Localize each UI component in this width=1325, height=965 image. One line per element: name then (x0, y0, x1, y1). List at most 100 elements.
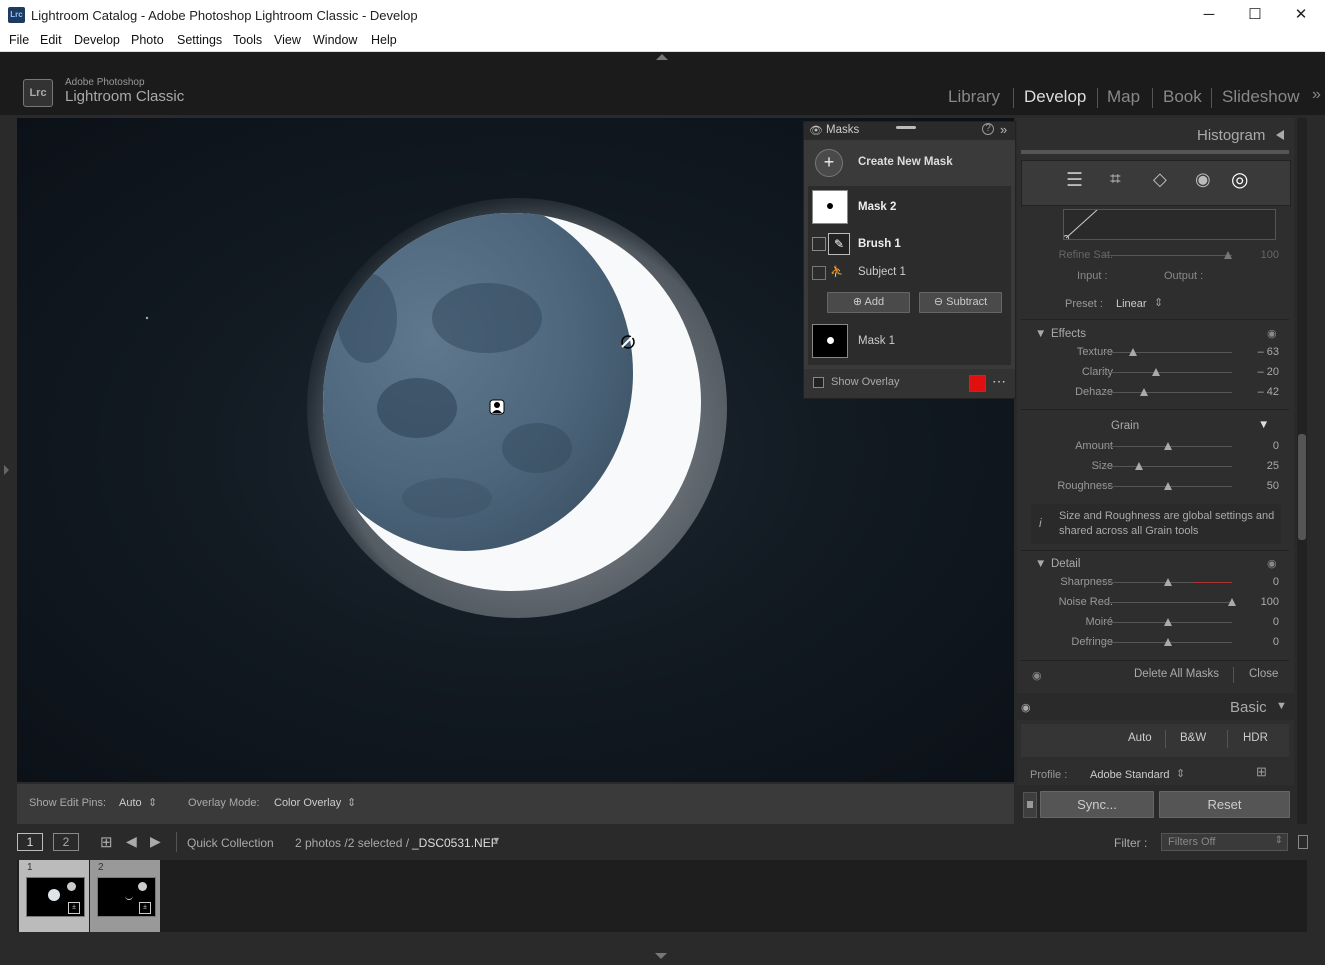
slider-knob[interactable] (1140, 388, 1149, 396)
slider-value[interactable]: 0 (1273, 576, 1279, 588)
module-map[interactable]: Map (1107, 87, 1140, 107)
brush-icon[interactable]: ✎ (828, 233, 850, 255)
mask1-thumbnail[interactable] (812, 324, 848, 358)
menu-photo[interactable]: Photo (131, 33, 164, 47)
subtract-button[interactable]: ⊖ Subtract (919, 292, 1002, 313)
auto-button[interactable]: Auto (1128, 732, 1152, 744)
grid-view-icon[interactable]: ⊞ (100, 833, 113, 851)
pins-dropdown-icon[interactable]: ⇕ (148, 796, 157, 809)
overlay-color-swatch[interactable] (969, 375, 986, 392)
bw-button[interactable]: B&W (1180, 732, 1206, 744)
slider-knob[interactable] (1163, 618, 1172, 626)
forward-arrow-icon[interactable]: ▶ (150, 833, 161, 850)
right-panel-scrollbar[interactable] (1297, 118, 1307, 824)
slider-knob[interactable] (1228, 598, 1236, 606)
grain-toggle-icon[interactable]: ▼ (1258, 419, 1269, 431)
slider-knob[interactable] (1163, 442, 1172, 450)
filter-dropdown[interactable]: Filters Off ⇕ (1161, 833, 1288, 851)
tone-curve[interactable] (1063, 209, 1276, 241)
expand-left-panel-icon[interactable] (4, 465, 9, 475)
slider-track[interactable] (1103, 372, 1232, 373)
scrollbar-thumb[interactable] (1298, 434, 1306, 540)
crop-icon[interactable]: ⌗ (1110, 169, 1121, 191)
slider-track[interactable] (1103, 352, 1232, 353)
preset-dropdown-icon[interactable]: ⇕ (1154, 296, 1163, 309)
module-library[interactable]: Library (948, 87, 1000, 107)
slider-knob[interactable] (1128, 348, 1137, 356)
brush-visibility-icon[interactable] (812, 237, 826, 251)
add-button[interactable]: ⊕ Add (827, 292, 910, 313)
grain-title[interactable]: Grain (1111, 420, 1139, 432)
menu-file[interactable]: File (9, 33, 29, 47)
second-screen-button[interactable]: 2 (53, 833, 79, 851)
slider-value[interactable]: 0 (1273, 440, 1279, 452)
module-book[interactable]: Book (1163, 87, 1202, 107)
menu-develop[interactable]: Develop (74, 33, 120, 47)
sync-toggle-switch[interactable] (1023, 792, 1037, 818)
basic-toggle-icon[interactable]: ▼ (1276, 700, 1287, 712)
drag-handle[interactable] (896, 126, 916, 129)
slider-value[interactable]: 0 (1273, 616, 1279, 628)
detail-toggle-icon[interactable]: ▼ (1035, 558, 1046, 570)
film-thumbnail[interactable]: ± (97, 877, 156, 917)
effects-title[interactable]: Effects (1051, 328, 1086, 340)
slider-value[interactable]: 100 (1261, 596, 1279, 608)
slider-value[interactable]: 50 (1267, 480, 1279, 492)
collapse-bottom-icon[interactable] (655, 953, 667, 959)
create-new-mask-label[interactable]: Create New Mask (858, 156, 953, 168)
slider-knob[interactable] (1151, 368, 1160, 376)
edit-sliders-icon[interactable]: ☰ (1066, 169, 1083, 192)
slider-track[interactable] (1103, 602, 1232, 603)
slider-value[interactable]: 0 (1273, 636, 1279, 648)
menu-tools[interactable]: Tools (233, 33, 262, 47)
close-window-button[interactable]: ✕ (1278, 0, 1324, 30)
mask-eye-icon[interactable]: ◉ (1032, 669, 1042, 682)
preset-value[interactable]: Linear (1116, 298, 1147, 310)
healing-icon[interactable]: ◇ (1153, 169, 1167, 190)
histogram-title[interactable]: Histogram (1197, 127, 1265, 144)
mask2-label[interactable]: Mask 2 (858, 201, 896, 213)
more-options-icon[interactable]: ⋯ (992, 373, 1006, 390)
close-masking-button[interactable]: Close (1249, 668, 1278, 680)
menu-help[interactable]: Help (371, 33, 397, 47)
delete-all-masks-button[interactable]: Delete All Masks (1134, 668, 1219, 680)
overlay-dropdown-icon[interactable]: ⇕ (347, 796, 356, 809)
source-label[interactable]: Quick Collection (187, 836, 274, 850)
help-icon[interactable]: ? (982, 123, 994, 135)
effects-eye-icon[interactable]: ◉ (1267, 327, 1277, 340)
hdr-button[interactable]: HDR (1243, 732, 1268, 744)
detail-eye-icon[interactable]: ◉ (1267, 557, 1277, 570)
show-overlay-checkbox[interactable] (813, 377, 824, 388)
slider-knob[interactable] (1163, 578, 1172, 586)
profile-browser-icon[interactable]: ⊞ (1256, 764, 1267, 780)
more-modules-icon[interactable]: » (1312, 86, 1321, 104)
back-arrow-icon[interactable]: ◀ (126, 833, 137, 850)
menu-window[interactable]: Window (313, 33, 357, 47)
masking-icon[interactable]: ◎ (1231, 167, 1248, 192)
red-eye-icon[interactable]: ◉ (1195, 169, 1211, 190)
slider-knob[interactable] (1163, 482, 1172, 490)
histogram-toggle-icon[interactable] (1276, 130, 1284, 140)
subject1-label[interactable]: Subject 1 (858, 266, 906, 278)
slider-track[interactable] (1103, 466, 1232, 467)
menu-view[interactable]: View (274, 33, 301, 47)
filename-label[interactable]: _DSC0531.NEF (412, 836, 498, 850)
filmstrip-cell[interactable]: 2 ± (90, 860, 160, 932)
brush1-label[interactable]: Brush 1 (858, 238, 901, 250)
reset-button[interactable]: Reset (1159, 791, 1290, 818)
refine-sat-track[interactable] (1103, 255, 1232, 256)
minimize-button[interactable]: ─ (1186, 0, 1232, 30)
main-screen-button[interactable]: 1 (17, 833, 43, 851)
module-develop[interactable]: Develop (1024, 87, 1086, 107)
filter-lock-icon[interactable] (1298, 835, 1308, 849)
effects-toggle-icon[interactable]: ▼ (1035, 328, 1046, 340)
maximize-button[interactable]: ☐ (1232, 0, 1278, 30)
subject-icon[interactable]: ⛹ (830, 265, 844, 279)
refine-sat-value[interactable]: 100 (1261, 249, 1279, 261)
slider-knob[interactable] (1163, 638, 1172, 646)
menu-edit[interactable]: Edit (40, 33, 62, 47)
profile-dropdown-icon[interactable]: ⇕ (1176, 767, 1185, 780)
collapse-top-icon[interactable] (656, 54, 668, 60)
eye-icon[interactable]: 👁 (809, 124, 823, 137)
basic-title[interactable]: Basic (1230, 699, 1267, 716)
